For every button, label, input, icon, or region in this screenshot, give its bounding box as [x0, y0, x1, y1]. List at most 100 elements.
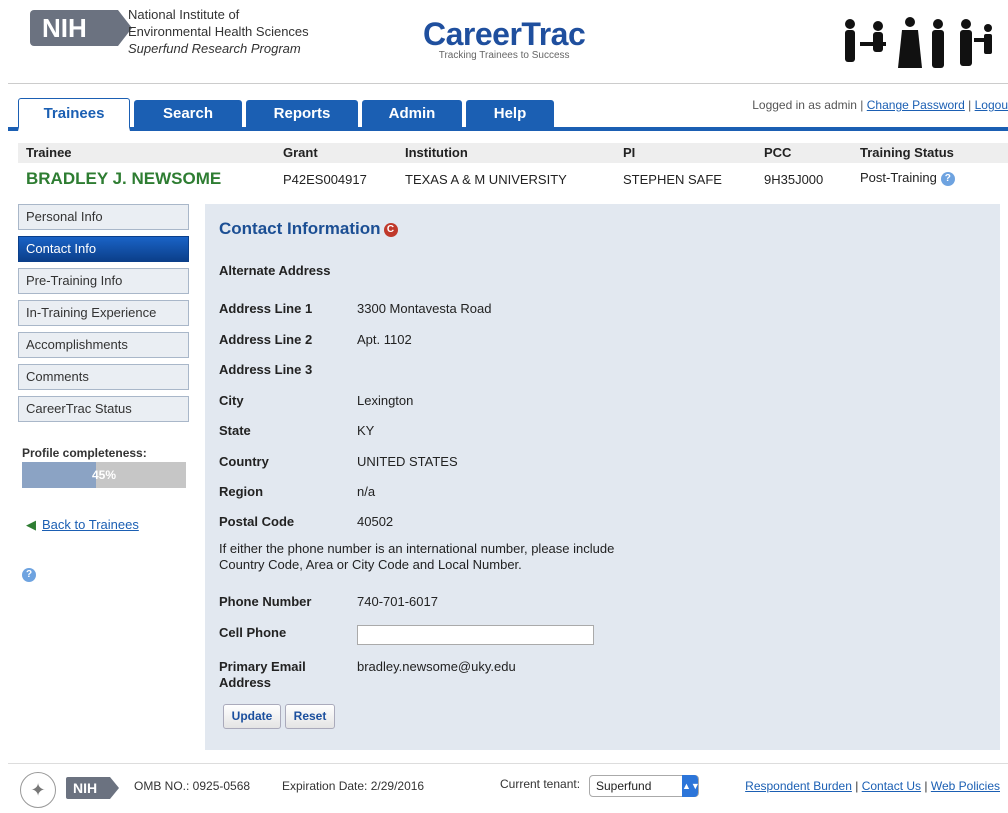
select-arrows-icon: ▲▼ [682, 775, 700, 797]
profile-completeness-value: 45% [91, 468, 117, 482]
field-value: 3300 Montavesta Road [357, 301, 492, 316]
sidebar-help: ? [22, 566, 36, 582]
field-row: Country UNITED STATES [219, 454, 959, 474]
back-to-trainees-label[interactable]: Back to Trainees [42, 517, 139, 532]
header-grant: Grant [283, 145, 318, 160]
page-title: Contact Information C [219, 219, 398, 239]
program-name: Superfund Research Program [128, 41, 301, 56]
tab-trainees[interactable]: Trainees [18, 98, 130, 131]
change-password-link[interactable]: Change Password [867, 98, 965, 112]
header-training-status: Training Status [860, 145, 954, 160]
sidebar-item-contact-info[interactable]: Contact Info [18, 236, 189, 262]
page-footer: ✦ NIH OMB NO.: 0925-0568 Expiration Date… [8, 763, 1008, 809]
field-label: Postal Code [219, 514, 295, 529]
login-separator: | [964, 98, 975, 112]
tab-search[interactable]: Search [134, 100, 242, 127]
phone-value: 740-701-6017 [357, 594, 438, 609]
app-name: CareerTrac [423, 16, 586, 52]
institution-value: TEXAS A & M UNIVERSITY [405, 172, 567, 187]
field-label: City [219, 393, 244, 408]
phone-row: Phone Number 740-701-6017 [219, 594, 959, 614]
tenant-selected-value: Superfund [596, 779, 652, 793]
app-tagline: Tracking Trainees to Success [438, 50, 570, 61]
pi-value: STEPHEN SAFE [623, 172, 722, 187]
email-label: Primary Email Address [219, 659, 306, 690]
tab-admin[interactable]: Admin [362, 100, 462, 127]
profile-completeness-bar: 45% [22, 462, 186, 488]
institute-line-1: National Institute of [128, 7, 240, 22]
contact-info-panel: Contact Information C Alternate Address A… [205, 204, 1000, 750]
main-tab-bar: Trainees Search Reports Admin Help Logge… [8, 96, 1008, 131]
page-title-text: Contact Information [219, 219, 381, 238]
sidebar-nav: Personal Info Contact Info Pre-Training … [18, 204, 190, 582]
respondent-burden-link[interactable]: Respondent Burden [745, 779, 852, 793]
page-header: NIH National Institute of Environmental … [8, 0, 1008, 84]
footer-links: Respondent Burden | Contact Us | Web Pol… [745, 779, 1000, 793]
logout-link[interactable]: Logou [975, 98, 1008, 112]
field-row: Postal Code 40502 [219, 514, 959, 534]
cell-phone-input[interactable] [357, 625, 594, 645]
header-pi: PI [623, 145, 636, 160]
pcc-value: 9H35J000 [764, 172, 824, 187]
expiration-date: Expiration Date: 2/29/2016 [282, 779, 425, 793]
web-policies-link[interactable]: Web Policies [931, 779, 1000, 793]
field-label: Country [219, 454, 269, 469]
header-trainee: Trainee [26, 145, 72, 160]
sidebar-item-personal-info[interactable]: Personal Info [18, 204, 189, 230]
field-value: n/a [357, 484, 376, 499]
logged-in-text: Logged in as admin | [752, 98, 867, 112]
field-value: KY [357, 423, 375, 438]
sidebar-item-pre-training-info[interactable]: Pre-Training Info [18, 268, 189, 294]
profile-completeness-label: Profile completeness: [22, 446, 147, 460]
hhs-eagle-icon: ✦ [20, 772, 56, 808]
phone-label: Phone Number [219, 594, 312, 609]
tenant-label: Current tenant: [500, 777, 581, 791]
field-label: Address Line 2 [219, 332, 313, 347]
field-label: Region [219, 484, 264, 499]
grant-value: P42ES004917 [283, 172, 367, 187]
sidebar-item-careertrac-status[interactable]: CareerTrac Status [18, 396, 189, 422]
back-to-trainees-link[interactable]: ◀ Back to Trainees [26, 517, 139, 533]
field-value: 40502 [357, 514, 394, 529]
question-icon[interactable]: ? [940, 171, 955, 186]
field-value: UNITED STATES [357, 454, 458, 469]
header-pcc: PCC [764, 145, 792, 160]
trainee-name: BRADLEY J. NEWSOME [26, 169, 222, 188]
tab-help[interactable]: Help [466, 100, 554, 127]
nih-logo-small: NIH [66, 777, 119, 799]
tab-reports[interactable]: Reports [246, 100, 358, 127]
field-value: Apt. 1102 [357, 332, 412, 347]
institute-name: National Institute of Environmental Heal… [128, 6, 309, 57]
training-status-value: Post-Training? [860, 170, 955, 186]
header-institution: Institution [405, 145, 468, 160]
field-label: State [219, 423, 251, 438]
people-silhouettes-icon [845, 17, 992, 68]
sidebar-item-in-training-experience[interactable]: In-Training Experience [18, 300, 189, 326]
sidebar-item-comments[interactable]: Comments [18, 364, 189, 390]
training-status-text: Post-Training [860, 170, 937, 185]
careertrac-logo: CareerTrac Tracking Trainees to Success [423, 16, 586, 61]
omb-number: OMB NO.: 0925-0568 [134, 779, 251, 793]
field-value: Lexington [357, 393, 414, 408]
institute-line-2: Environmental Health Sciences [128, 24, 309, 39]
arrow-left-icon: ◀ [26, 517, 36, 532]
field-row: City Lexington [219, 393, 959, 413]
field-row: Region n/a [219, 484, 959, 504]
phone-format-note: If either the phone number is an interna… [219, 541, 615, 572]
sidebar-item-accomplishments[interactable]: Accomplishments [18, 332, 189, 358]
reset-button[interactable]: Reset [285, 704, 335, 729]
field-row: State KY [219, 423, 959, 443]
field-label: Address Line 1 [219, 301, 313, 316]
copyright-c-icon: C [383, 223, 398, 237]
field-row: Address Line 1 3300 Montavesta Road [219, 301, 959, 321]
field-row: Address Line 2 Apt. 1102 [219, 332, 959, 352]
question-icon[interactable]: ? [22, 567, 36, 582]
field-row: Address Line 3 [219, 362, 959, 382]
tenant-select[interactable]: Superfund ▲▼ [589, 775, 700, 797]
email-row: Primary Email Address bradley.newsome@uk… [219, 659, 959, 693]
nih-logo: NIH [30, 10, 132, 46]
login-status: Logged in as admin | Change Password | L… [752, 98, 1008, 112]
update-button[interactable]: Update [223, 704, 281, 729]
contact-us-link[interactable]: Contact Us [862, 779, 921, 793]
trainee-summary: Trainee Grant Institution PI PCC Trainin… [18, 143, 1008, 195]
